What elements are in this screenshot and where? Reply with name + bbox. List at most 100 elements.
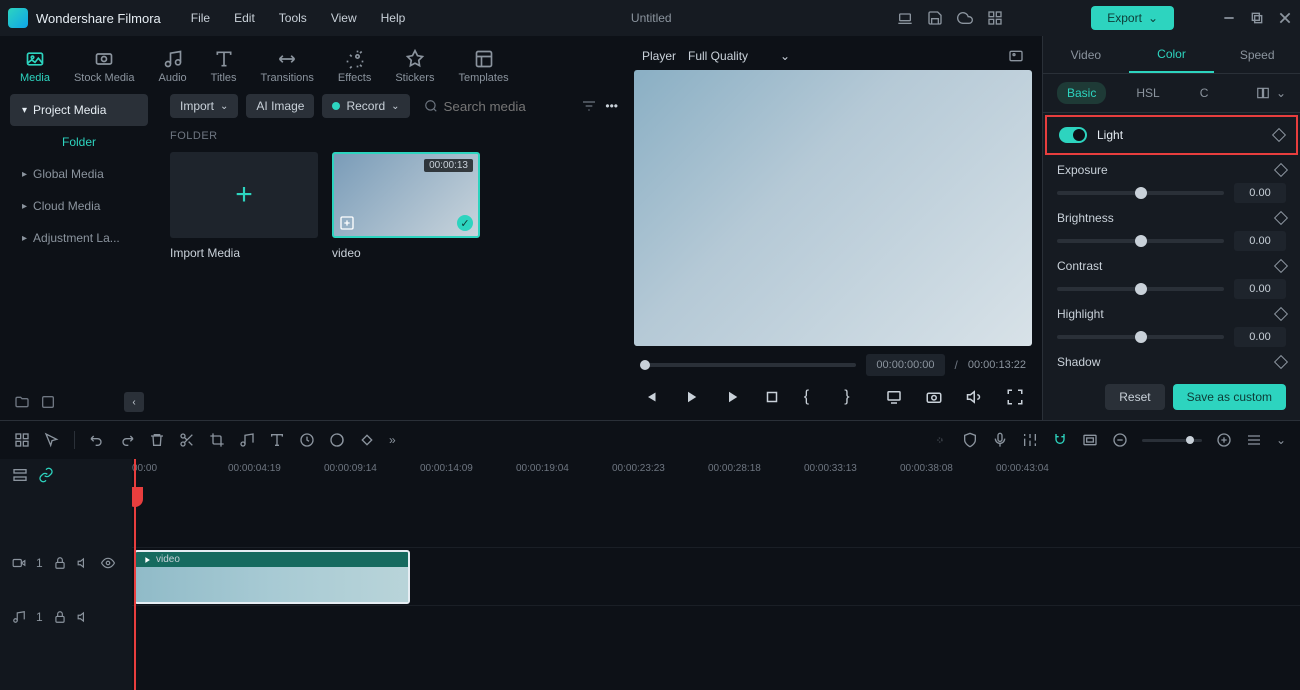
- music-icon[interactable]: [239, 432, 255, 448]
- add-to-timeline-icon[interactable]: [339, 215, 355, 231]
- slider-exposure[interactable]: [1057, 191, 1224, 195]
- video-clip[interactable]: video: [134, 550, 410, 604]
- magnet-icon[interactable]: [1052, 432, 1068, 448]
- shield-icon[interactable]: [962, 432, 978, 448]
- tab-transitions[interactable]: Transitions: [261, 49, 314, 84]
- sidebar-item-project-media[interactable]: ▾Project Media: [10, 94, 148, 126]
- export-button[interactable]: Export ⌄: [1091, 6, 1174, 30]
- new-folder-icon[interactable]: [14, 394, 30, 410]
- zoom-slider[interactable]: [1142, 439, 1202, 442]
- lock-icon[interactable]: [53, 556, 67, 570]
- minimize-icon[interactable]: [1222, 11, 1236, 25]
- link-icon[interactable]: [38, 467, 54, 483]
- tab-effects[interactable]: Effects: [338, 49, 371, 84]
- zoom-in-icon[interactable]: [1216, 432, 1232, 448]
- crop-icon[interactable]: [209, 432, 225, 448]
- menu-view[interactable]: View: [331, 11, 357, 25]
- mark-out-icon[interactable]: }: [844, 388, 862, 406]
- tab-media[interactable]: Media: [20, 49, 50, 84]
- zoom-out-icon[interactable]: [1112, 432, 1128, 448]
- close-icon[interactable]: [1278, 11, 1292, 25]
- device-icon[interactable]: [897, 10, 913, 26]
- subtab-curves[interactable]: C: [1190, 82, 1219, 104]
- snapshot-icon[interactable]: [1008, 48, 1024, 64]
- redo-icon[interactable]: [119, 432, 135, 448]
- tracks-icon[interactable]: [12, 467, 28, 483]
- keyframe-icon[interactable]: [1274, 307, 1288, 321]
- tab-audio[interactable]: Audio: [159, 49, 187, 84]
- color-icon[interactable]: [329, 432, 345, 448]
- maximize-icon[interactable]: [1250, 11, 1264, 25]
- props-tab-speed[interactable]: Speed: [1214, 36, 1300, 73]
- compare-icon[interactable]: [1256, 86, 1270, 100]
- reset-button[interactable]: Reset: [1105, 384, 1164, 410]
- keyframe-icon[interactable]: [1274, 355, 1288, 369]
- tab-stock-media[interactable]: Stock Media: [74, 49, 135, 84]
- slider-value-exposure[interactable]: 0.00: [1234, 183, 1286, 203]
- step-back-icon[interactable]: [682, 388, 700, 406]
- menu-edit[interactable]: Edit: [234, 11, 255, 25]
- sidebar-item-folder[interactable]: Folder: [10, 126, 148, 158]
- mark-in-icon[interactable]: {: [804, 388, 822, 406]
- import-button[interactable]: Import⌄: [170, 94, 238, 118]
- marker-icon[interactable]: [932, 432, 948, 448]
- menu-tools[interactable]: Tools: [279, 11, 307, 25]
- mute-icon[interactable]: [77, 610, 91, 624]
- import-media-tile[interactable]: + Import Media: [170, 152, 318, 260]
- camera-icon[interactable]: [925, 388, 943, 406]
- track-options-icon[interactable]: [1246, 432, 1262, 448]
- video-track-header[interactable]: 1: [0, 547, 132, 579]
- record-button[interactable]: Record⌄: [322, 94, 409, 118]
- slider-brightness[interactable]: [1057, 239, 1224, 243]
- layout-icon[interactable]: [14, 432, 30, 448]
- new-bin-icon[interactable]: [40, 394, 56, 410]
- playhead[interactable]: [134, 459, 136, 690]
- slider-contrast[interactable]: [1057, 287, 1224, 291]
- keyframe-icon[interactable]: [1274, 259, 1288, 273]
- text-icon[interactable]: [269, 432, 285, 448]
- fullscreen-icon[interactable]: [1006, 388, 1024, 406]
- subtab-hsl[interactable]: HSL: [1126, 82, 1169, 104]
- slider-value-highlight[interactable]: 0.00: [1234, 327, 1286, 347]
- audio-track-header[interactable]: 1: [0, 601, 132, 633]
- menu-file[interactable]: File: [191, 11, 210, 25]
- more-tools-icon[interactable]: »: [389, 433, 396, 447]
- menu-help[interactable]: Help: [381, 11, 406, 25]
- delete-icon[interactable]: [149, 432, 165, 448]
- eye-icon[interactable]: [101, 556, 115, 570]
- apps-icon[interactable]: [987, 10, 1003, 26]
- tab-stickers[interactable]: Stickers: [395, 49, 434, 84]
- mic-icon[interactable]: [992, 432, 1008, 448]
- save-icon[interactable]: [927, 10, 943, 26]
- chevron-down-icon[interactable]: ⌄: [1276, 433, 1286, 447]
- undo-icon[interactable]: [89, 432, 105, 448]
- quality-select[interactable]: Full Quality⌄: [688, 49, 790, 63]
- more-icon[interactable]: •••: [605, 99, 618, 113]
- sidebar-item-global-media[interactable]: ▸Global Media: [10, 158, 148, 190]
- save-as-custom-button[interactable]: Save as custom: [1173, 384, 1286, 410]
- sidebar-item-cloud-media[interactable]: ▸Cloud Media: [10, 190, 148, 222]
- props-tab-video[interactable]: Video: [1043, 36, 1129, 73]
- mixer-icon[interactable]: [1022, 432, 1038, 448]
- display-icon[interactable]: [885, 388, 903, 406]
- filter-icon[interactable]: [581, 98, 597, 114]
- slider-highlight[interactable]: [1057, 335, 1224, 339]
- scrub-slider[interactable]: [640, 363, 856, 367]
- speed-icon[interactable]: [299, 432, 315, 448]
- tab-titles[interactable]: Titles: [211, 49, 237, 84]
- lock-icon[interactable]: [53, 610, 67, 624]
- keyframe-icon[interactable]: [1274, 163, 1288, 177]
- cloud-icon[interactable]: [957, 10, 973, 26]
- video-track[interactable]: video: [132, 547, 1300, 605]
- search-input[interactable]: [418, 99, 574, 114]
- keyframes-icon[interactable]: [359, 432, 375, 448]
- ai-image-button[interactable]: AI Image: [246, 94, 314, 118]
- sidebar-item-adjustment-layer[interactable]: ▸Adjustment La...: [10, 222, 148, 254]
- play-icon[interactable]: [723, 388, 741, 406]
- audio-track[interactable]: [132, 605, 1300, 663]
- split-icon[interactable]: [179, 432, 195, 448]
- slider-value-contrast[interactable]: 0.00: [1234, 279, 1286, 299]
- subtab-basic[interactable]: Basic: [1057, 82, 1106, 104]
- stop-icon[interactable]: [763, 388, 781, 406]
- keyframe-icon[interactable]: [1272, 128, 1286, 142]
